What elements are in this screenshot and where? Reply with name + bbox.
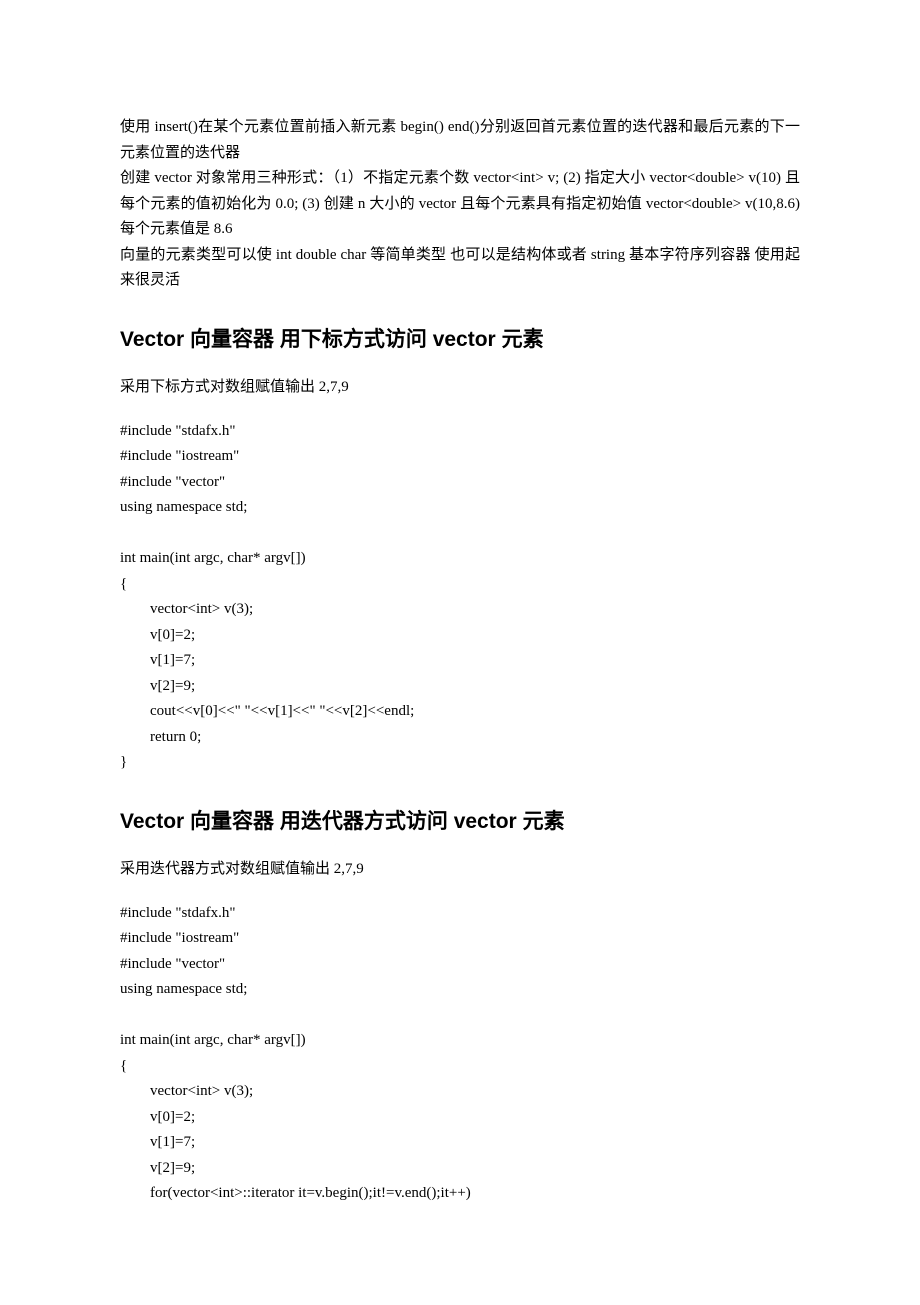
section1-desc: 采用下标方式对数组赋值输出 2,7,9 — [120, 375, 800, 401]
intro-paragraph-3: 向量的元素类型可以使 int double char 等简单类型 也可以是结构体… — [120, 243, 800, 294]
section2-desc: 采用迭代器方式对数组赋值输出 2,7,9 — [120, 857, 800, 883]
intro-paragraph-2: 创建 vector 对象常用三种形式：（1）不指定元素个数 vector<int… — [120, 166, 800, 243]
document-page: 使用 insert()在某个元素位置前插入新元素 begin() end()分别… — [0, 0, 920, 1305]
section2-code: #include "stdafx.h" #include "iostream" … — [120, 901, 800, 1207]
section2-heading: Vector 向量容器 用迭代器方式访问 vector 元素 — [120, 804, 800, 840]
section1-code: #include "stdafx.h" #include "iostream" … — [120, 419, 800, 776]
section1-heading: Vector 向量容器 用下标方式访问 vector 元素 — [120, 322, 800, 358]
intro-paragraph-1: 使用 insert()在某个元素位置前插入新元素 begin() end()分别… — [120, 115, 800, 166]
